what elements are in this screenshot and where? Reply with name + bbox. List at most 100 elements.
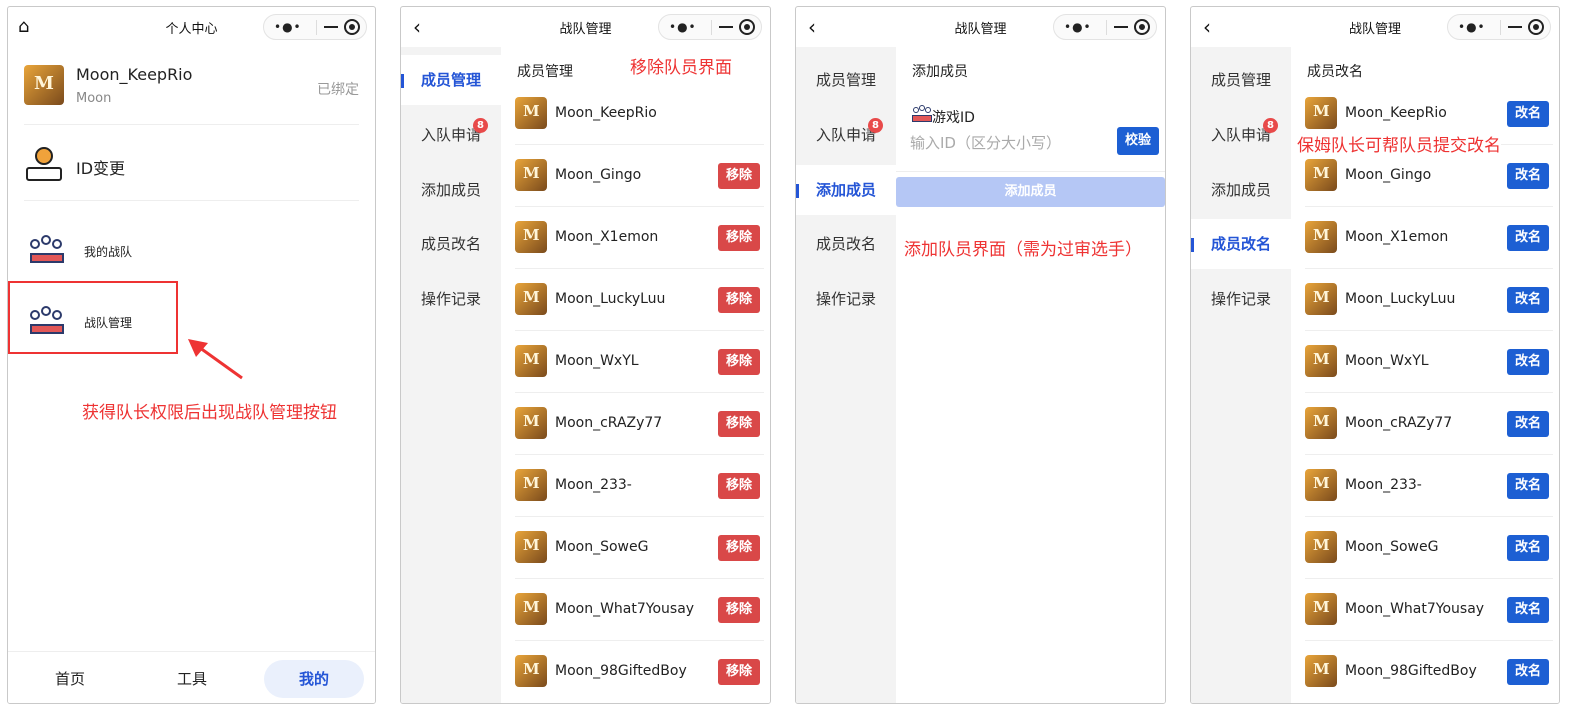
sidebar-item-applications[interactable]: 入队申请 8: [796, 110, 896, 160]
sidebar-item-applications[interactable]: 入队申请 8: [1191, 110, 1291, 160]
close-target-icon[interactable]: [739, 19, 755, 35]
my-team-label: 我的战队: [84, 245, 133, 259]
remove-button[interactable]: 移除: [718, 659, 760, 685]
sidebar-item-log[interactable]: 操作记录: [796, 274, 896, 324]
close-target-icon[interactable]: [1528, 19, 1544, 35]
remove-button[interactable]: 移除: [718, 349, 760, 375]
more-icon[interactable]: •●•: [1458, 20, 1486, 34]
rename-button[interactable]: 改名: [1507, 163, 1549, 189]
bottom-tab-bar: 首页 工具 我的: [8, 651, 375, 703]
list-item: Moon_LuckyLuu 改名: [1305, 269, 1553, 331]
team-logo-icon: [1305, 345, 1337, 377]
remove-button[interactable]: 移除: [718, 535, 760, 561]
rename-button[interactable]: 改名: [1507, 597, 1549, 623]
member-name: Moon_233-: [1345, 477, 1422, 493]
member-name: Moon_LuckyLuu: [1345, 291, 1456, 307]
highlight-box: [8, 281, 178, 354]
team-icon: [912, 105, 932, 123]
member-name: Moon_X1emon: [555, 229, 659, 245]
member-name: Moon_SoweG: [1345, 539, 1439, 555]
verify-button[interactable]: 校验: [1117, 127, 1159, 155]
remove-button[interactable]: 移除: [718, 163, 760, 189]
more-icon[interactable]: •●•: [1064, 20, 1092, 34]
member-name: Moon_cRAZy77: [555, 415, 663, 431]
rename-button[interactable]: 改名: [1507, 659, 1549, 685]
rename-button[interactable]: 改名: [1507, 411, 1549, 437]
more-icon[interactable]: •●•: [274, 20, 302, 34]
top-bar: ⌂ 个人中心 •●•: [8, 7, 375, 47]
sidebar-item-members[interactable]: 成员管理: [796, 55, 896, 105]
list-item: Moon_WxYL 移除: [515, 331, 764, 393]
notification-badge: 8: [1263, 118, 1278, 133]
panel-add-member: ‹ 战队管理 •●• 成员管理 入队申请 8 添加成员 成员改名 操作记录 添加成…: [795, 6, 1166, 704]
rename-button[interactable]: 改名: [1507, 225, 1549, 251]
list-item: Moon_cRAZy77 移除: [515, 393, 764, 455]
capsule-divider: [316, 20, 317, 35]
team-icon: [26, 231, 68, 271]
game-id-input[interactable]: [910, 129, 1100, 157]
rename-button[interactable]: 改名: [1507, 101, 1549, 127]
section-title: 成员管理: [517, 64, 573, 80]
rename-button[interactable]: 改名: [1507, 287, 1549, 313]
section-title: 成员改名: [1307, 64, 1363, 80]
minimize-icon[interactable]: [719, 26, 733, 28]
capsule-divider: [711, 20, 712, 35]
list-item: Moon_What7Yousay 移除: [515, 579, 764, 641]
annotation-captain: 获得队长权限后出现战队管理按钮: [82, 403, 337, 423]
member-name: Moon_WxYL: [1345, 353, 1429, 369]
remove-button[interactable]: 移除: [718, 287, 760, 313]
minimize-icon[interactable]: [1114, 26, 1128, 28]
profile-card[interactable]: Moon_KeepRio Moon 已绑定: [24, 55, 359, 125]
sidebar-item-members[interactable]: 成员管理: [401, 55, 501, 105]
close-target-icon[interactable]: [344, 19, 360, 35]
rename-button[interactable]: 改名: [1507, 473, 1549, 499]
member-name: Moon_WxYL: [555, 353, 639, 369]
team-logo-icon: [1305, 283, 1337, 315]
list-item: Moon_KeepRio: [515, 83, 764, 145]
minimize-icon[interactable]: [324, 26, 338, 28]
add-member-button[interactable]: 添加成员: [896, 177, 1165, 207]
profile-sub: Moon: [76, 91, 112, 106]
team-logo-icon: [515, 469, 547, 501]
tab-home[interactable]: 首页: [20, 660, 120, 698]
team-logo-icon: [24, 65, 64, 105]
minimize-icon[interactable]: [1508, 26, 1522, 28]
section-title: 添加成员: [912, 64, 968, 80]
list-item: Moon_WxYL 改名: [1305, 331, 1553, 393]
close-target-icon[interactable]: [1134, 19, 1150, 35]
list-item: Moon_X1emon 移除: [515, 207, 764, 269]
bind-status: 已绑定: [317, 82, 359, 98]
remove-button[interactable]: 移除: [718, 411, 760, 437]
my-team-item[interactable]: 我的战队: [24, 227, 359, 277]
member-name: Moon_What7Yousay: [555, 601, 695, 617]
sidebar-item-rename[interactable]: 成员改名: [401, 219, 501, 269]
sidebar-item-add-member[interactable]: 添加成员: [1191, 165, 1291, 215]
more-icon[interactable]: •●•: [669, 20, 697, 34]
sidebar-item-rename[interactable]: 成员改名: [796, 219, 896, 269]
team-logo-icon: [515, 221, 547, 253]
sidebar-item-log[interactable]: 操作记录: [1191, 274, 1291, 324]
remove-button[interactable]: 移除: [718, 225, 760, 251]
member-name: Moon_What7Yousay: [1345, 601, 1485, 617]
remove-button[interactable]: 移除: [718, 597, 760, 623]
team-logo-icon: [1305, 159, 1337, 191]
remove-button[interactable]: 移除: [718, 473, 760, 499]
capsule-menu: •●•: [1447, 14, 1551, 40]
member-name: Moon_LuckyLuu: [555, 291, 666, 307]
rename-button[interactable]: 改名: [1507, 349, 1549, 375]
annotation-arrow-icon: [188, 339, 243, 380]
list-item: Moon_Gingo 移除: [515, 145, 764, 207]
member-name: Moon_98GiftedBoy: [1345, 663, 1477, 679]
sidebar-item-rename[interactable]: 成员改名: [1191, 219, 1291, 269]
tab-mine[interactable]: 我的: [264, 660, 364, 698]
sidebar-item-log[interactable]: 操作记录: [401, 274, 501, 324]
list-item: Moon_233- 移除: [515, 455, 764, 517]
annotation-remove: 移除队员界面: [630, 58, 732, 78]
rename-button[interactable]: 改名: [1507, 535, 1549, 561]
sidebar-item-add-member[interactable]: 添加成员: [401, 165, 501, 215]
sidebar-item-add-member[interactable]: 添加成员: [796, 165, 896, 215]
sidebar-item-applications[interactable]: 入队申请 8: [401, 110, 501, 160]
id-change-item[interactable]: ID变更: [24, 137, 359, 201]
tab-tools[interactable]: 工具: [142, 660, 242, 698]
sidebar-item-members[interactable]: 成员管理: [1191, 55, 1291, 105]
